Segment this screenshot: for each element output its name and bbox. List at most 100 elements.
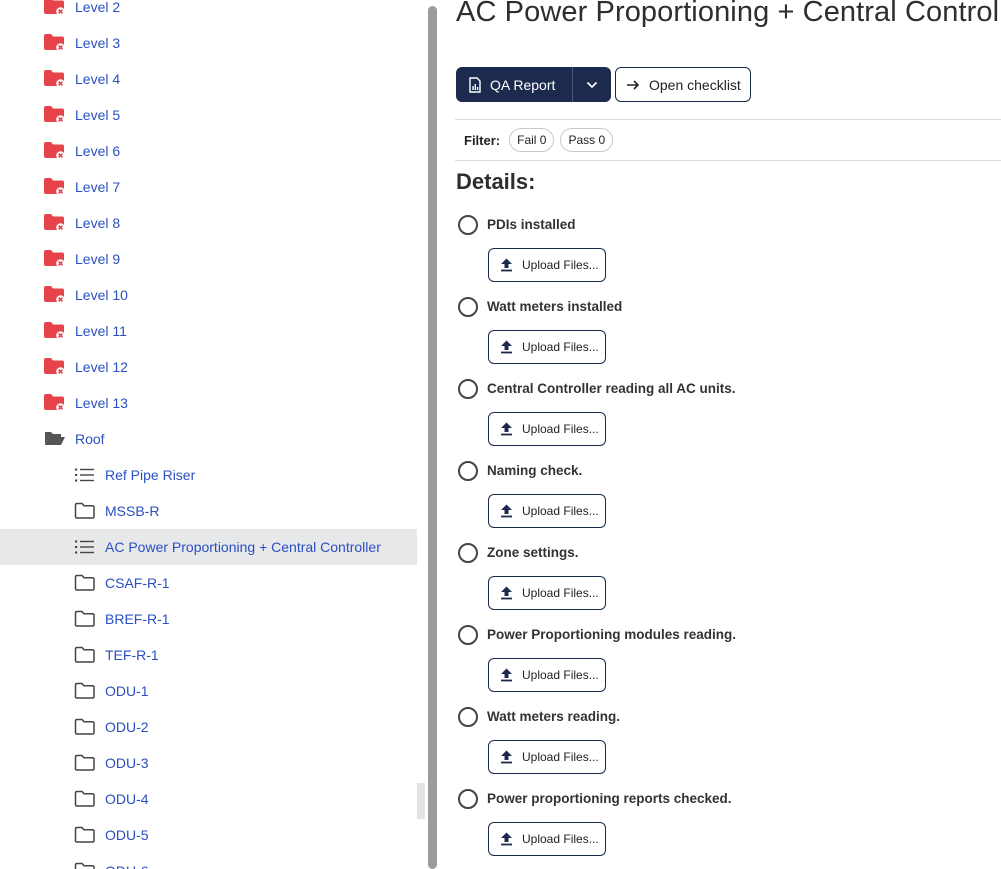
- checklist-item: Power Proportioning modules reading. Uplo…: [455, 625, 1001, 692]
- status-radio[interactable]: [458, 461, 478, 481]
- upload-icon: [501, 586, 512, 600]
- details-panel: AC Power Proportioning + Central Control…: [455, 0, 1001, 869]
- upload-files-button[interactable]: Upload Files...: [488, 494, 606, 528]
- checklist-item-label: PDIs installed: [487, 217, 576, 232]
- tree-item-label: Level 13: [75, 395, 128, 411]
- report-icon: [469, 76, 481, 93]
- upload-files-button[interactable]: Upload Files...: [488, 658, 606, 692]
- tree-item[interactable]: CSAF-R-1: [0, 565, 417, 601]
- tree-item-label: BREF-R-1: [105, 611, 170, 627]
- folder-icon: [74, 574, 96, 592]
- status-radio[interactable]: [458, 625, 478, 645]
- tree-item[interactable]: Ref Pipe Riser: [0, 457, 417, 493]
- upload-icon: [501, 668, 512, 682]
- status-radio[interactable]: [458, 707, 478, 727]
- checklist-item-label: Naming check.: [487, 463, 583, 478]
- upload-files-button[interactable]: Upload Files...: [488, 248, 606, 282]
- tree-item-label: ODU-3: [105, 755, 149, 771]
- tree-item[interactable]: Level 13: [0, 385, 417, 421]
- divider: [455, 119, 1001, 120]
- tree-item[interactable]: Level 11: [0, 313, 417, 349]
- upload-files-button[interactable]: Upload Files...: [488, 412, 606, 446]
- upload-files-button[interactable]: Upload Files...: [488, 740, 606, 774]
- tree-item-label: Level 10: [75, 287, 128, 303]
- status-radio[interactable]: [458, 789, 478, 809]
- checklist-item: Watt meters installed Upload Files...: [455, 297, 1001, 364]
- tree-item-label: Level 8: [75, 215, 121, 231]
- tree-item-label: Level 3: [75, 35, 121, 51]
- tree-item[interactable]: Level 9: [0, 241, 417, 277]
- tree-item[interactable]: Level 7: [0, 169, 417, 205]
- checklist-item: PDIs installed Upload Files...: [455, 215, 1001, 282]
- tree-item-label: Level 9: [75, 251, 121, 267]
- list-icon: [74, 538, 96, 556]
- list-icon: [74, 466, 96, 484]
- upload-files-button[interactable]: Upload Files...: [488, 576, 606, 610]
- upload-icon: [501, 422, 512, 436]
- tree-item[interactable]: Level 2: [0, 0, 417, 25]
- fail-filter-pill[interactable]: Fail 0: [509, 128, 555, 152]
- tree-item[interactable]: Level 10: [0, 277, 417, 313]
- status-radio[interactable]: [458, 543, 478, 563]
- checklist-item: Power proportioning reports checked. Uplo…: [455, 789, 1001, 856]
- tree-item-label: ODU-5: [105, 827, 149, 843]
- tree-item-label: Ref Pipe Riser: [105, 467, 196, 483]
- folder-error-icon: [44, 142, 66, 160]
- tree-item-label: TEF-R-1: [105, 647, 159, 663]
- tree-item[interactable]: Level 5: [0, 97, 417, 133]
- divider: [455, 160, 1001, 161]
- upload-files-button[interactable]: Upload Files...: [488, 330, 606, 364]
- tree-item[interactable]: Level 3: [0, 25, 417, 61]
- folder-error-icon: [44, 322, 66, 340]
- qa-report-button[interactable]: QA Report: [456, 67, 573, 102]
- folder-icon: [74, 754, 96, 772]
- tree-item[interactable]: ODU-1: [0, 673, 417, 709]
- panel-scrollbar[interactable]: [428, 6, 437, 869]
- folder-error-icon: [44, 70, 66, 88]
- upload-files-label: Upload Files...: [522, 340, 599, 354]
- upload-files-label: Upload Files...: [522, 258, 599, 272]
- qa-report-dropdown-toggle[interactable]: [572, 67, 612, 102]
- status-radio[interactable]: [458, 379, 478, 399]
- folder-icon: [74, 826, 96, 844]
- tree-item[interactable]: ODU-2: [0, 709, 417, 745]
- open-checklist-button[interactable]: Open checklist: [615, 67, 751, 102]
- tree-item[interactable]: MSSB-R: [0, 493, 417, 529]
- upload-files-label: Upload Files...: [522, 750, 599, 764]
- upload-icon: [501, 340, 512, 354]
- tree-item[interactable]: AC Power Proportioning + Central Control…: [0, 529, 417, 565]
- folder-icon: [74, 610, 96, 628]
- tree-item[interactable]: BREF-R-1: [0, 601, 417, 637]
- tree-item[interactable]: Level 8: [0, 205, 417, 241]
- upload-icon: [501, 750, 512, 764]
- folder-open-icon: [44, 430, 66, 448]
- tree-item-label: Level 6: [75, 143, 121, 159]
- upload-files-button[interactable]: Upload Files...: [488, 822, 606, 856]
- tree-item-label: ODU-2: [105, 719, 149, 735]
- folder-error-icon: [44, 106, 66, 124]
- checklist-item-label: Power proportioning reports checked.: [487, 791, 732, 806]
- checklist-item-label: Power Proportioning modules reading.: [487, 627, 737, 642]
- tree-item-label: Roof: [75, 431, 105, 447]
- page-title: AC Power Proportioning + Central Control…: [456, 0, 1001, 28]
- tree-item[interactable]: ODU-4: [0, 781, 417, 817]
- tree-item[interactable]: Level 4: [0, 61, 417, 97]
- upload-icon: [501, 504, 512, 518]
- upload-files-label: Upload Files...: [522, 668, 599, 682]
- checklist-item: Zone settings. Upload Files...: [455, 543, 1001, 610]
- status-radio[interactable]: [458, 215, 478, 235]
- pass-filter-pill[interactable]: Pass 0: [560, 128, 614, 152]
- tree-item[interactable]: Level 6: [0, 133, 417, 169]
- tree-item[interactable]: Roof: [0, 421, 417, 457]
- tree-item[interactable]: TEF-R-1: [0, 637, 417, 673]
- tree-item-label: Level 7: [75, 179, 121, 195]
- tree-item[interactable]: Level 12: [0, 349, 417, 385]
- tree-item-label: ODU-6: [105, 863, 149, 869]
- navigation-tree: Level 2 Level 3 Level 4 Level 5 Level 6 Level…: [0, 0, 418, 869]
- checklist-item-label: Central Controller reading all AC units.: [487, 381, 736, 396]
- tree-item[interactable]: ODU-6: [0, 853, 417, 869]
- tree-scrollbar[interactable]: [417, 783, 425, 819]
- tree-item[interactable]: ODU-5: [0, 817, 417, 853]
- status-radio[interactable]: [458, 297, 478, 317]
- tree-item[interactable]: ODU-3: [0, 745, 417, 781]
